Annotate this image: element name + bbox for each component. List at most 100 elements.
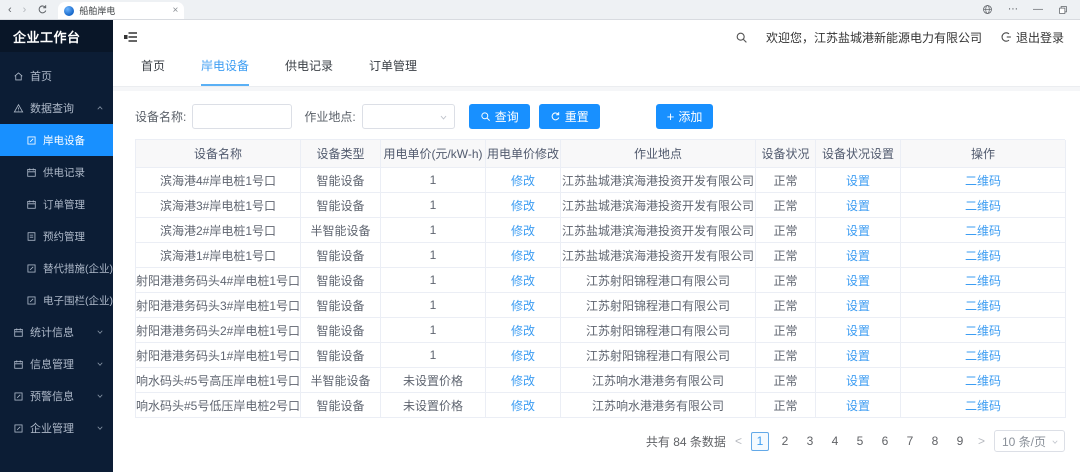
modify-link[interactable]: 修改 [511,172,535,189]
qrcode-link[interactable]: 二维码 [965,197,1001,214]
modify-link[interactable]: 修改 [511,347,535,364]
modify-link[interactable]: 修改 [511,372,535,389]
page-7[interactable]: 7 [901,432,919,451]
tab-shore-power-device[interactable]: 岸电设备 [201,57,249,86]
restore-window-icon[interactable] [1058,5,1068,15]
page-5[interactable]: 5 [851,432,869,451]
fence-doc-icon [26,295,37,306]
unit-price-cell: 1 [381,218,486,243]
filter-bar: 设备名称: 作业地点: 查询 重置 + 添加 [113,91,1080,139]
home-icon [13,71,24,82]
sidebar-item-data-query[interactable]: 数据查询 [0,92,113,124]
more-menu-icon[interactable]: ⋯ [1008,4,1018,15]
page-size-select[interactable]: 10 条/页 [994,430,1065,452]
sidebar: 企业工作台 首页 数据查询 岸电设备 供电记录 订单管理 [0,20,113,472]
tab-power-records[interactable]: 供电记录 [285,57,333,86]
qrcode-link[interactable]: 二维码 [965,372,1001,389]
status-setting-link[interactable]: 设置 [846,372,870,389]
sidebar-item-home[interactable]: 首页 [0,60,113,92]
browser-chrome: ‹ › 船舶岸电 × ⋯ — [0,0,1080,20]
menu-fold-icon[interactable] [123,29,139,45]
sidebar-item-shore-power-device[interactable]: 岸电设备 [0,124,113,156]
device-status-cell: 正常 [756,293,816,318]
qrcode-link[interactable]: 二维码 [965,297,1001,314]
forward-icon[interactable]: › [23,4,27,16]
sidebar-item-reservation-management[interactable]: 预约管理 [0,220,113,252]
location-select[interactable] [362,104,455,129]
page-1[interactable]: 1 [751,432,769,451]
globe-icon[interactable] [982,4,993,15]
qrcode-link[interactable]: 二维码 [965,397,1001,414]
device-type-cell: 半智能设备 [301,368,381,393]
sidebar-item-alternative-measures[interactable]: 替代措施(企业) [0,252,113,284]
qrcode-link[interactable]: 二维码 [965,272,1001,289]
work-location-cell: 江苏射阳锦程港口有限公司 [561,343,756,368]
top-header: 欢迎您，江苏盐城港新能源电力有限公司 退出登录 [113,20,1080,54]
sidebar-item-statistics[interactable]: 统计信息 [0,316,113,348]
status-setting-link[interactable]: 设置 [846,172,870,189]
qrcode-link[interactable]: 二维码 [965,347,1001,364]
status-setting-link[interactable]: 设置 [846,197,870,214]
search-icon[interactable] [735,31,748,44]
sidebar-item-order-management[interactable]: 订单管理 [0,188,113,220]
modify-link[interactable]: 修改 [511,222,535,239]
col-status-setting: 设备状况设置 [816,140,901,168]
welcome-text: 欢迎您，江苏盐城港新能源电力有限公司 [766,29,982,46]
minimize-icon[interactable]: — [1033,4,1043,15]
refresh-icon[interactable] [37,4,48,15]
page-6[interactable]: 6 [876,432,894,451]
status-setting-link[interactable]: 设置 [846,222,870,239]
status-setting-link[interactable]: 设置 [846,322,870,339]
device-status-cell: 正常 [756,393,816,418]
logout-button[interactable]: 退出登录 [1000,29,1064,46]
qrcode-link[interactable]: 二维码 [965,322,1001,339]
status-setting-link[interactable]: 设置 [846,297,870,314]
page-3[interactable]: 3 [801,432,819,451]
browser-tab[interactable]: 船舶岸电 × [58,2,184,19]
page-9[interactable]: 9 [951,432,969,451]
modify-link[interactable]: 修改 [511,322,535,339]
sidebar-title: 企业工作台 [0,20,113,52]
qrcode-link[interactable]: 二维码 [965,247,1001,264]
order-doc-icon [26,199,37,210]
next-page-icon[interactable]: > [976,434,987,448]
device-status-cell: 正常 [756,243,816,268]
tab-order-management[interactable]: 订单管理 [369,57,417,86]
modify-link[interactable]: 修改 [511,397,535,414]
enterprise-icon [13,423,24,434]
add-button[interactable]: + 添加 [656,104,714,129]
close-tab-icon[interactable]: × [173,5,179,16]
qrcode-link[interactable]: 二维码 [965,172,1001,189]
status-setting-link[interactable]: 设置 [846,347,870,364]
status-setting-link[interactable]: 设置 [846,247,870,264]
sidebar-item-power-records[interactable]: 供电记录 [0,156,113,188]
browser-tab-title: 船舶岸电 [79,4,167,17]
reset-button[interactable]: 重置 [539,104,600,129]
qrcode-link[interactable]: 二维码 [965,222,1001,239]
status-setting-link[interactable]: 设置 [846,272,870,289]
modify-link[interactable]: 修改 [511,197,535,214]
modify-link[interactable]: 修改 [511,247,535,264]
search-button[interactable]: 查询 [469,104,530,129]
unit-price-cell: 1 [381,268,486,293]
status-setting-link[interactable]: 设置 [846,397,870,414]
prev-page-icon[interactable]: < [733,434,744,448]
sidebar-item-electronic-fence[interactable]: 电子围栏(企业) [0,284,113,316]
modify-link[interactable]: 修改 [511,297,535,314]
sidebar-item-warning-info[interactable]: 预警信息 [0,380,113,412]
device-name-input[interactable] [192,104,292,129]
table-row: 射阳港港务码头1#岸电桩1号口 智能设备 1 修改 江苏射阳锦程港口有限公司 正… [136,343,1065,368]
back-icon[interactable]: ‹ [8,4,12,16]
page-4[interactable]: 4 [826,432,844,451]
table-row: 响水码头#5号低压岸电桩2号口 智能设备 未设置价格 修改 江苏响水港港务有限公… [136,393,1065,418]
sidebar-item-enterprise-management[interactable]: 企业管理 [0,412,113,444]
page-2[interactable]: 2 [776,432,794,451]
logout-icon [1000,31,1012,43]
tab-home[interactable]: 首页 [141,57,165,86]
unit-price-cell: 1 [381,293,486,318]
modify-link[interactable]: 修改 [511,272,535,289]
col-unit-price: 用电单价(元/kW-h) [381,140,486,168]
chevron-down-icon [96,424,104,432]
page-8[interactable]: 8 [926,432,944,451]
sidebar-item-info-management[interactable]: 信息管理 [0,348,113,380]
